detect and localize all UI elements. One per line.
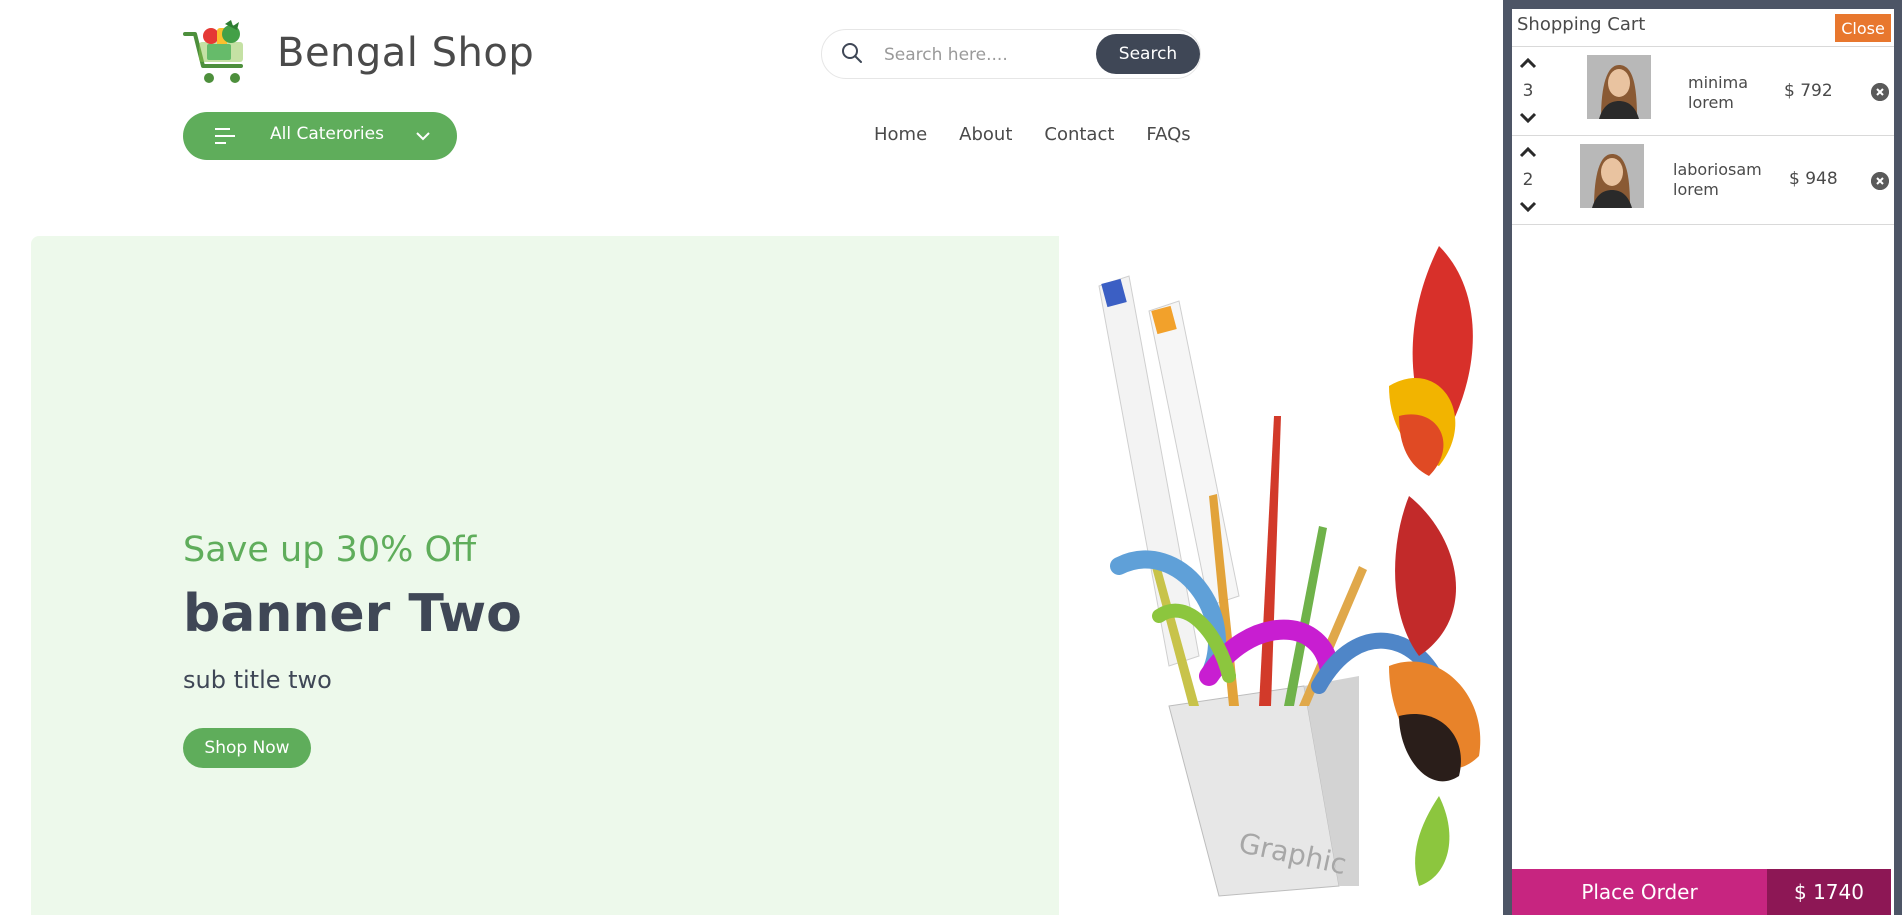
logo[interactable]: Bengal Shop (183, 20, 534, 86)
item-price: $ 948 (1789, 169, 1838, 189)
chevron-up-icon[interactable] (1519, 57, 1537, 69)
chevron-down-icon[interactable] (1519, 112, 1537, 124)
banner-caption: sub title two (183, 666, 332, 694)
banner-subtitle: Save up 30% Off (183, 530, 477, 570)
search-icon (842, 43, 862, 63)
remove-item-icon[interactable] (1871, 83, 1889, 101)
logo-text: Bengal Shop (277, 30, 535, 76)
cart-content: Shopping Cart Close 3 minima lorem $ 792… (1512, 9, 1894, 915)
quantity-value: 3 (1522, 81, 1534, 101)
quantity-value: 2 (1522, 170, 1534, 190)
search-input[interactable] (884, 40, 1094, 70)
shop-now-button[interactable]: Shop Now (183, 728, 311, 768)
shopping-cart-logo-icon (183, 20, 243, 83)
shopping-cart-panel: Shopping Cart Close 3 minima lorem $ 792… (1503, 0, 1902, 915)
order-total: $ 1740 (1767, 869, 1891, 915)
page: Bengal Shop Search All Caterories Home A… (0, 0, 1902, 915)
all-categories-dropdown[interactable]: All Caterories (183, 112, 457, 160)
categories-label: All Caterories (270, 124, 384, 144)
menu-icon (215, 128, 235, 144)
remove-item-icon[interactable] (1871, 172, 1889, 190)
item-price: $ 792 (1784, 81, 1833, 101)
search-button[interactable]: Search (1096, 34, 1200, 74)
cart-item: 3 minima lorem $ 792 (1512, 47, 1894, 136)
cart-item: 2 laboriosam lorem $ 948 (1512, 136, 1894, 225)
nav-home[interactable]: Home (874, 124, 927, 145)
nav-contact[interactable]: Contact (1044, 124, 1114, 145)
main-nav: Home About Contact FAQs (874, 124, 1191, 145)
close-cart-button[interactable]: Close (1835, 14, 1891, 42)
product-thumbnail (1587, 55, 1651, 119)
chevron-up-icon[interactable] (1519, 146, 1537, 158)
cart-title: Shopping Cart (1517, 14, 1646, 35)
product-thumbnail (1580, 144, 1644, 208)
hero-banner (31, 236, 1059, 915)
place-order-button[interactable]: Place Order (1512, 869, 1767, 915)
search-bar: Search (821, 29, 1201, 79)
chevron-down-icon[interactable] (1519, 201, 1537, 213)
chevron-down-icon (416, 132, 430, 141)
item-name: minima lorem (1688, 73, 1749, 112)
banner-image: Graphic (1059, 236, 1503, 915)
graphic-pencils-illustration: Graphic (1098, 246, 1481, 897)
nav-about[interactable]: About (959, 124, 1012, 145)
banner-title: banner Two (183, 584, 522, 644)
item-name: laboriosam lorem (1673, 160, 1762, 199)
nav-faqs[interactable]: FAQs (1146, 124, 1190, 145)
